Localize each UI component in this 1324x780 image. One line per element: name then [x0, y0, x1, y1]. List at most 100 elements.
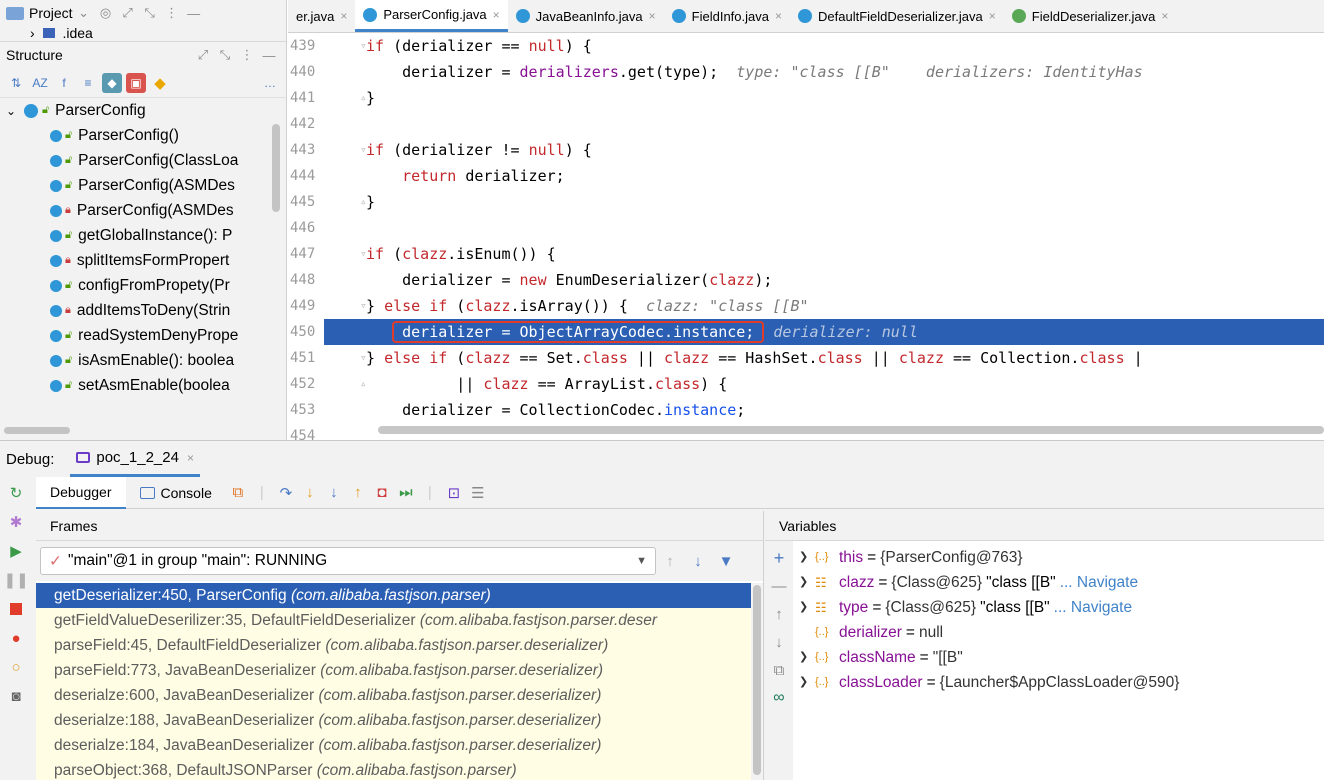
thread-select[interactable]: ✓ "main"@1 in group "main": RUNNING ▼	[40, 547, 656, 575]
editor-h-scrollbar[interactable]	[378, 426, 1324, 434]
tab-debugger[interactable]: Debugger	[36, 476, 126, 509]
minimize-icon[interactable]: —	[183, 6, 205, 21]
chevron-right-icon[interactable]: ❯	[799, 545, 815, 570]
close-icon[interactable]: ×	[340, 9, 347, 23]
minimize-icon[interactable]: —	[258, 48, 280, 63]
trace-icon[interactable]: ☰	[466, 484, 490, 502]
sort-alphabetically-icon[interactable]: AZ	[30, 73, 50, 93]
variable-row[interactable]: ❯ ☷ type = {Class@625} "class [[B"... Navigat…	[799, 595, 1319, 620]
show-properties-icon[interactable]: ◆	[102, 72, 122, 93]
structure-method-item[interactable]: 🔒︎ ParserConfig(ASMDes	[0, 198, 286, 223]
frame-row[interactable]: parseField:773, JavaBeanDeserializer (co…	[36, 658, 752, 683]
editor-tab[interactable]: er.java ×	[288, 0, 355, 32]
move-up-icon[interactable]: ↑	[768, 603, 790, 625]
new-watch-icon[interactable]: +	[768, 547, 790, 569]
structure-method-item[interactable]: 🔓︎ isAsmEnable(): boolea	[0, 348, 286, 373]
structure-method-item[interactable]: 🔒︎ addItemsToDeny(Strin	[0, 298, 286, 323]
run-to-cursor-icon[interactable]: ⏭	[394, 484, 418, 501]
editor-tab[interactable]: FieldDeserializer.java ×	[1004, 0, 1177, 32]
structure-method-item[interactable]: 🔓︎ ParserConfig()	[0, 123, 286, 148]
step-out-icon[interactable]: ↑	[346, 484, 370, 501]
more-options-icon[interactable]: ⋮	[236, 47, 258, 63]
chevron-right-icon[interactable]: ❯	[799, 595, 815, 620]
collapse-icon[interactable]: ⤡	[139, 5, 161, 21]
project-panel-title[interactable]: Project	[29, 5, 73, 21]
editor-tab[interactable]: DefaultFieldDeserializer.java ×	[790, 0, 1004, 32]
camera-icon[interactable]: ◙	[4, 684, 28, 708]
structure-scrollbar[interactable]	[272, 124, 280, 212]
force-step-into-icon[interactable]: ↓	[322, 484, 346, 501]
close-icon[interactable]: ×	[989, 9, 996, 23]
more-icon[interactable]: …	[260, 73, 280, 93]
frame-row[interactable]: getDeserializer:450, ParserConfig (com.a…	[36, 583, 752, 608]
variable-row[interactable]: ❯ {..} this = {ParserConfig@763}	[799, 545, 1319, 570]
show-inherited-icon[interactable]: f	[54, 73, 74, 93]
editor-tab[interactable]: FieldInfo.java ×	[664, 0, 790, 32]
filter-icon[interactable]: ▼	[712, 553, 740, 570]
structure-method-item[interactable]: 🔓︎ setAsmEnable(boolea	[0, 373, 286, 398]
variable-row[interactable]: ❯ {..} classLoader = {Launcher$AppClassLoade…	[799, 670, 1319, 695]
remove-watch-icon[interactable]: —	[768, 575, 790, 597]
variable-row[interactable]: ❯ {..} className = "[[B"	[799, 645, 1319, 670]
frame-row[interactable]: deserialze:600, JavaBeanDeserializer (co…	[36, 683, 752, 708]
step-into-icon[interactable]: ↓	[298, 484, 322, 501]
frames-scrollbar[interactable]	[751, 583, 763, 780]
rerun-icon[interactable]: ↻	[4, 481, 28, 505]
structure-h-scrollbar[interactable]	[4, 427, 70, 434]
structure-method-item[interactable]: 🔓︎ readSystemDenyPrope	[0, 323, 286, 348]
frame-row[interactable]: getFieldValueDeserilizer:35, DefaultFiel…	[36, 608, 752, 633]
variable-row[interactable]: ❯ ☷ clazz = {Class@625} "class [[B"... Naviga…	[799, 570, 1319, 595]
frame-row[interactable]: deserialze:184, JavaBeanDeserializer (co…	[36, 733, 752, 758]
structure-method-item[interactable]: 🔓︎ ParserConfig(ASMDes	[0, 173, 286, 198]
frame-row[interactable]: parseField:45, DefaultFieldDeserializer …	[36, 633, 752, 658]
next-frame-icon[interactable]: ↓	[684, 553, 712, 570]
evaluate-expression-icon[interactable]: ⊡	[442, 484, 466, 502]
step-over-icon[interactable]: ↷	[274, 484, 298, 502]
mute-breakpoints-icon[interactable]: ○	[4, 655, 28, 679]
close-icon[interactable]: ×	[187, 451, 194, 465]
editor-tab[interactable]: JavaBeanInfo.java ×	[508, 0, 664, 32]
structure-root-item[interactable]: ⌄ 🔓︎ ParserConfig	[0, 98, 286, 123]
sort-by-type-icon[interactable]: ⇅	[6, 73, 26, 93]
code-area[interactable]: 439 ▿ if (derializer == null) { 440 derial…	[288, 33, 1324, 440]
show-lambdas-icon[interactable]: ◆	[150, 73, 170, 93]
editor-tab[interactable]: ParserConfig.java ×	[355, 0, 508, 32]
expand-icon[interactable]: ⤢	[117, 5, 139, 21]
duplicate-icon[interactable]: ⧉	[768, 659, 790, 681]
move-down-icon[interactable]: ↓	[768, 631, 790, 653]
expand-icon[interactable]: ⤢	[192, 47, 214, 63]
close-icon[interactable]: ×	[1161, 9, 1168, 23]
tab-console[interactable]: Console	[126, 477, 226, 509]
view-breakpoints-icon[interactable]: ●	[4, 626, 28, 650]
show-watches-icon[interactable]: ∞	[768, 687, 790, 709]
stop-icon[interactable]	[4, 597, 28, 621]
structure-method-item[interactable]: 🔓︎ configFromPropety(Pr	[0, 273, 286, 298]
drop-frame-icon[interactable]: ◘	[370, 484, 394, 501]
debug-session-tab[interactable]: poc_1_2_24 ×	[70, 441, 200, 477]
tree-item-idea[interactable]: › .idea	[0, 26, 286, 42]
navigate-link[interactable]: ... Navigate	[1060, 570, 1138, 595]
show-fields-icon[interactable]: ≡	[78, 73, 98, 93]
variable-row[interactable]: {..} derializer = null	[799, 620, 1319, 645]
chevron-right-icon[interactable]: ❯	[799, 570, 815, 595]
close-icon[interactable]: ×	[493, 8, 500, 22]
frame-row[interactable]: deserialze:188, JavaBeanDeserializer (co…	[36, 708, 752, 733]
frame-row[interactable]: parseObject:368, DefaultJSONParser (com.…	[36, 758, 752, 780]
structure-method-item[interactable]: 🔓︎ ParserConfig(ClassLoa	[0, 148, 286, 173]
settings-icon[interactable]: ✱	[4, 510, 28, 534]
previous-frame-icon[interactable]: ↑	[656, 553, 684, 570]
close-icon[interactable]: ×	[775, 9, 782, 23]
structure-method-item[interactable]: 🔓︎ getGlobalInstance(): P	[0, 223, 286, 248]
chevron-right-icon[interactable]: ❯	[799, 670, 815, 695]
close-icon[interactable]: ×	[649, 9, 656, 23]
structure-method-item[interactable]: 🔒︎ splitItemsFormPropert	[0, 248, 286, 273]
chevron-right-icon[interactable]: ❯	[799, 645, 815, 670]
navigate-link[interactable]: ... Navigate	[1054, 595, 1132, 620]
pause-icon[interactable]: ❚❚	[3, 568, 28, 592]
more-options-icon[interactable]: ⋮	[161, 5, 183, 21]
chevron-down-icon[interactable]: ⌄	[73, 5, 95, 21]
layout-icon[interactable]: ⧉	[226, 484, 250, 501]
show-non-public-icon[interactable]: ▣	[126, 72, 146, 93]
collapse-icon[interactable]: ⤡	[214, 47, 236, 63]
resume-icon[interactable]: ▶	[4, 539, 28, 563]
